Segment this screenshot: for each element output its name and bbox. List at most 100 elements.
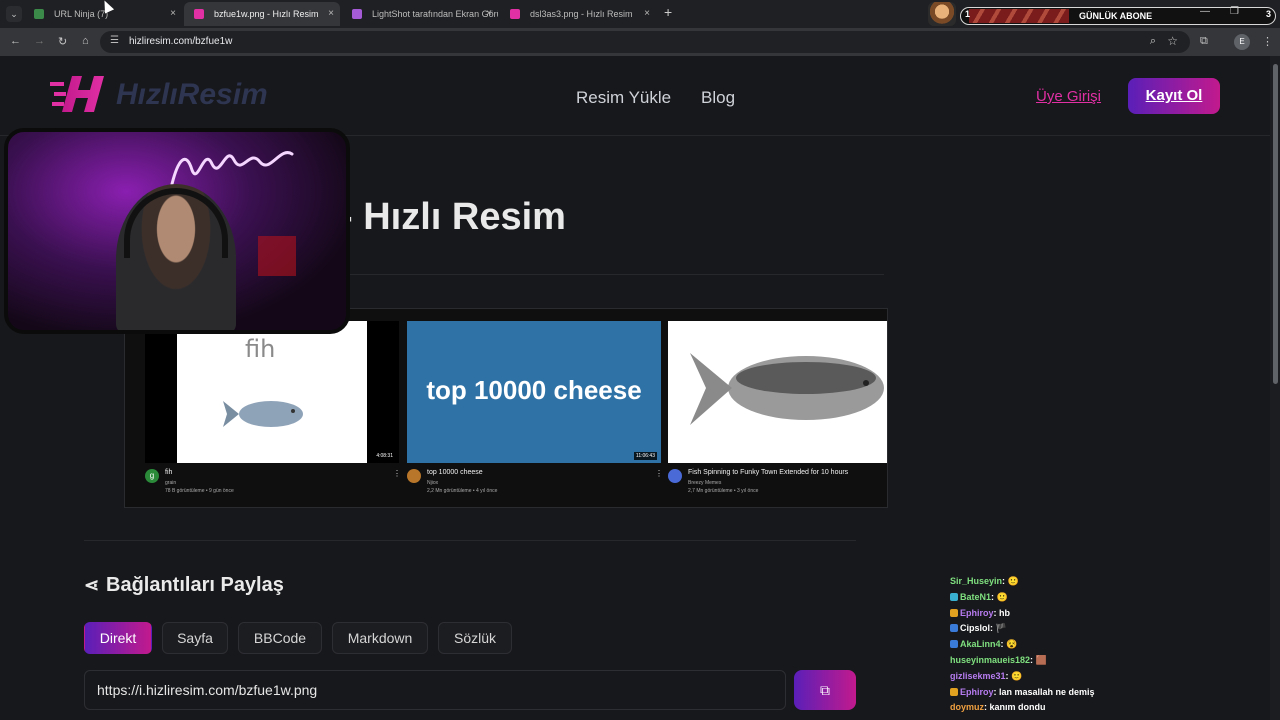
site-brand-name: HızlıResim	[116, 78, 268, 111]
hizliresim-favicon-icon	[194, 9, 204, 19]
emote-icon: 🏴	[995, 623, 1007, 634]
forward-icon[interactable]: →	[34, 35, 45, 47]
back-icon[interactable]: ←	[10, 35, 21, 47]
video-meta: Fish Spinning to Funky Town Extended for…	[668, 469, 887, 507]
video-meta: top 10000 cheese Njiox 2,2 Mn görüntülem…	[407, 469, 663, 507]
zoom-icon[interactable]: ⌕	[1150, 35, 1156, 48]
chat-badge-icon	[950, 624, 958, 633]
chat-user: Sir_Huseyin	[950, 576, 1003, 586]
close-tab-icon[interactable]: ×	[644, 2, 650, 26]
video-stats: 78 B görüntüleme • 9 gün önce	[165, 488, 234, 494]
video-title: fih	[165, 469, 173, 476]
tab-title: bzfue1w.png - Hızlı Resim	[214, 9, 319, 19]
share-icon: ⋖	[84, 575, 100, 595]
crown-badge-icon	[950, 687, 958, 696]
video-meta: g fih grain 78 B görüntüleme • 9 gün önc…	[145, 469, 401, 507]
hizliresim-favicon-icon	[510, 9, 520, 19]
subscriber-goal-bar: 1 GÜNLÜK ABONE 3	[960, 7, 1276, 25]
extensions-icon[interactable]: ⧉	[1200, 35, 1208, 48]
chat-message: Ephiroy: hb	[950, 608, 1170, 624]
new-tab-button[interactable]: +	[664, 4, 672, 20]
chat-user: Ephiroy	[960, 607, 994, 618]
webcam-overlay	[4, 128, 350, 334]
streamer-avatar-icon	[928, 2, 956, 26]
close-tab-icon[interactable]: ×	[486, 2, 492, 26]
copy-button[interactable]: ⧉	[794, 670, 856, 710]
bookmark-star-icon[interactable]: ☆	[1167, 34, 1178, 48]
neon-sign-icon	[170, 151, 294, 186]
reload-icon[interactable]: ↻	[58, 35, 67, 48]
fish-image-icon	[690, 353, 884, 425]
tab-page[interactable]: Sayfa	[162, 622, 228, 654]
lightshot-favicon-icon	[352, 9, 362, 19]
home-icon[interactable]: ⌂	[82, 35, 89, 47]
video-title: top 10000 cheese	[427, 469, 483, 476]
tab-bbcode[interactable]: BBCode	[238, 622, 322, 654]
share-link-field[interactable]	[84, 670, 786, 710]
nav-blog[interactable]: Blog	[701, 88, 735, 108]
more-options-icon: ⋮	[655, 469, 663, 478]
chat-text: kanım dondu	[989, 702, 1046, 713]
channel-avatar	[407, 469, 421, 483]
profile-avatar[interactable]: E	[1234, 34, 1250, 50]
tab-lightshot[interactable]: LightShot tarafından Ekran Görü ×	[342, 2, 498, 26]
login-link[interactable]: Üye Girişi	[1036, 88, 1101, 105]
chat-text: hb	[999, 607, 1011, 618]
site-info-icon[interactable]: ☰	[110, 35, 119, 46]
chat-user: gizlisekme31	[950, 670, 1006, 681]
share-links-heading: ⋖ Bağlantıları Paylaş	[84, 574, 284, 597]
video-stats: 2,2 Mn görüntüleme • 4 yıl önce	[427, 488, 498, 494]
tab-bzfue1w[interactable]: bzfue1w.png - Hızlı Resim ×	[184, 2, 340, 26]
nav-upload-image[interactable]: Resim Yükle	[576, 88, 671, 108]
minimize-icon[interactable]: —	[1200, 6, 1210, 17]
subscriber-goal-label: GÜNLÜK ABONE	[1079, 11, 1153, 21]
emote-icon: 🙂	[1011, 670, 1023, 681]
tab-title: URL Ninja (7)	[54, 9, 109, 19]
thumbnail-text: fih	[245, 335, 276, 363]
video-duration: 4:08:31	[374, 452, 395, 460]
register-button[interactable]: Kayıt Ol	[1128, 78, 1220, 114]
tab-title: LightShot tarafından Ekran Görü	[372, 9, 498, 19]
address-url[interactable]: hizliresim.com/bzfue1w	[129, 36, 232, 47]
channel-avatar	[668, 469, 682, 483]
hizliresim-logo-icon	[50, 76, 104, 112]
video-thumbnail	[668, 321, 887, 463]
video-thumbnail: top 10000 cheese 11:06:43	[407, 321, 661, 463]
subscriber-progress-fill	[969, 9, 1069, 23]
url-ninja-favicon-icon	[34, 9, 44, 19]
site-header: HızlıResim Resim Yükle Blog Üye Girişi K…	[0, 56, 1270, 136]
close-tab-icon[interactable]: ×	[170, 2, 176, 26]
subscriber-goal-current: 1	[965, 9, 971, 19]
menu-icon[interactable]: ⋮	[1262, 35, 1273, 48]
chat-user: huseyinmaueis182	[950, 654, 1031, 665]
tab-markdown[interactable]: Markdown	[332, 622, 428, 654]
emote-icon: 🙂	[1007, 576, 1019, 586]
crown-badge-icon	[950, 608, 958, 617]
page-scrollbar[interactable]	[1270, 56, 1280, 720]
tab-search-button[interactable]: ⌄	[6, 6, 22, 22]
emote-icon: 🙂	[996, 591, 1008, 602]
chat-message: Sir_Huseyin: 🙂	[950, 576, 1170, 592]
subscriber-goal-target: 3	[1265, 9, 1271, 19]
tab-sozluk[interactable]: Sözlük	[438, 622, 512, 654]
close-tab-icon[interactable]: ×	[328, 2, 334, 26]
chat-badge-icon	[950, 592, 958, 601]
chat-message: huseyinmaueis182: 🟫	[950, 655, 1170, 671]
tab-dsl3as3[interactable]: dsl3as3.png - Hızlı Resim ×	[500, 2, 656, 26]
video-thumbnail: fih 4:08:31	[145, 321, 399, 463]
chat-message: Cipslol: 🏴	[950, 623, 1170, 639]
emote-icon: 😵	[1006, 639, 1018, 650]
scrollbar-thumb[interactable]	[1273, 64, 1278, 384]
chat-user: doymuz	[950, 702, 985, 713]
tab-direct[interactable]: Direkt	[84, 622, 152, 654]
video-channel: Njiox	[427, 480, 439, 486]
uploaded-image-preview[interactable]: fih 4:08:31 top 10000 cheese 11:06:43 g …	[124, 308, 888, 508]
video-duration: 11:06:43	[633, 452, 657, 460]
page-title: - Hızlı Resim	[340, 196, 566, 238]
channel-avatar: g	[145, 469, 159, 483]
chat-message: doymuz: kanım dondu	[950, 702, 1170, 718]
restore-icon[interactable]: ❐	[1230, 6, 1239, 17]
divider	[84, 540, 856, 541]
chat-text: lan masallah ne demiş	[999, 686, 1095, 697]
address-bar[interactable]: ☰ hizliresim.com/bzfue1w ⌕ ☆	[100, 31, 1190, 53]
